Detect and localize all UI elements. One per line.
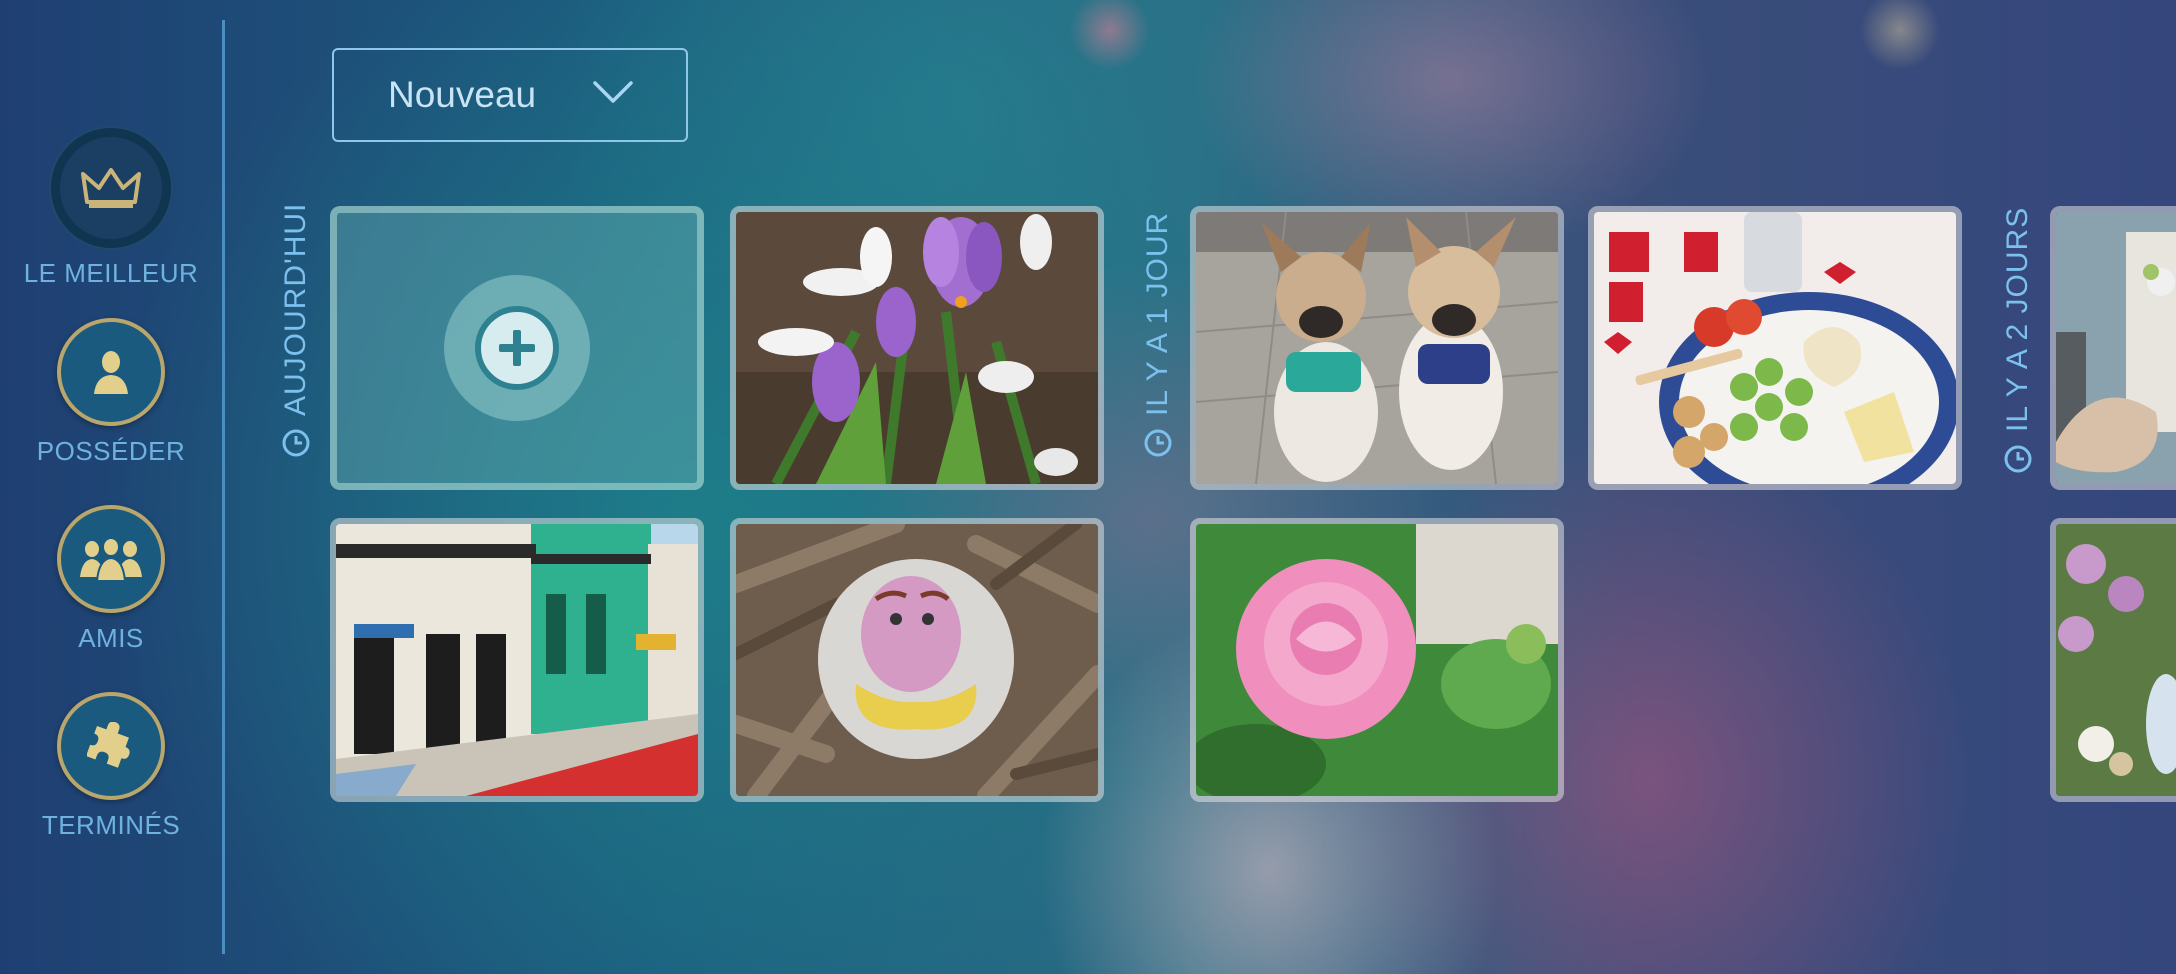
photo-tile-doll[interactable] <box>2050 518 2176 802</box>
nav-circle-friends <box>57 505 165 613</box>
photo-tile-dogs[interactable] <box>1190 206 1564 490</box>
nav-label-friends: AMIS <box>78 623 144 653</box>
nav-label-best: LE MEILLEUR <box>23 258 199 288</box>
photo-snacks <box>1594 212 1956 484</box>
sort-dropdown-value: Nouveau <box>388 74 537 115</box>
nav-item-friends[interactable]: AMIS <box>0 505 222 654</box>
nav-circle-own <box>57 318 165 426</box>
nav-label-own: POSSÉDER <box>36 436 186 466</box>
sort-dropdown[interactable]: Nouveau <box>332 48 688 142</box>
photo-rock <box>736 524 1098 796</box>
nav-item-finished[interactable]: TERMINÉS <box>0 692 222 841</box>
group-icon <box>80 537 142 582</box>
photo-flowers <box>736 212 1098 484</box>
section-label-1-day: IL Y A 1 JOUR <box>1138 78 1178 458</box>
section-label-2-days-text: IL Y A 2 JOURS <box>2001 206 2034 432</box>
person-icon <box>94 351 128 394</box>
clock-icon <box>282 429 310 457</box>
add-ring <box>444 275 590 421</box>
nav-item-best[interactable]: LE MEILLEUR <box>0 128 222 289</box>
section-label-today-text: AUJOURD'HUI <box>279 202 312 416</box>
photo-tile-rock[interactable] <box>730 518 1104 802</box>
clock-icon <box>1144 429 1172 457</box>
nav-circle-finished <box>57 692 165 800</box>
photo-room <box>2056 212 2176 484</box>
photo-tile-snacks[interactable] <box>1588 206 1962 490</box>
photo-rose <box>1196 524 1558 796</box>
photo-street <box>336 524 698 796</box>
plus-icon <box>499 330 535 366</box>
photo-tile-flowers[interactable] <box>730 206 1104 490</box>
sidebar-divider <box>222 20 225 954</box>
photo-tile-street[interactable] <box>330 518 704 802</box>
nav-circle-best <box>51 128 171 248</box>
nav-label-finished: TERMINÉS <box>41 810 181 840</box>
section-label-today: AUJOURD'HUI <box>276 78 316 458</box>
photo-tile-rose[interactable] <box>1190 518 1564 802</box>
nav-item-own[interactable]: POSSÉDER <box>0 318 222 467</box>
puzzle-icon <box>87 722 130 768</box>
photo-tile-room[interactable] <box>2050 206 2176 490</box>
section-label-1-day-text: IL Y A 1 JOUR <box>1141 211 1174 416</box>
photo-dogs <box>1196 212 1558 484</box>
add-puzzle-tile[interactable] <box>330 206 704 490</box>
clock-icon <box>2004 445 2032 473</box>
add-button[interactable] <box>475 306 559 390</box>
section-label-2-days: IL Y A 2 JOURS <box>1998 94 2038 474</box>
sidebar: LE MEILLEUR POSSÉDER AMIS TERMINÉS <box>0 0 224 974</box>
photo-doll <box>2056 524 2176 796</box>
crown-icon <box>81 168 141 208</box>
chevron-down-icon <box>593 81 633 103</box>
